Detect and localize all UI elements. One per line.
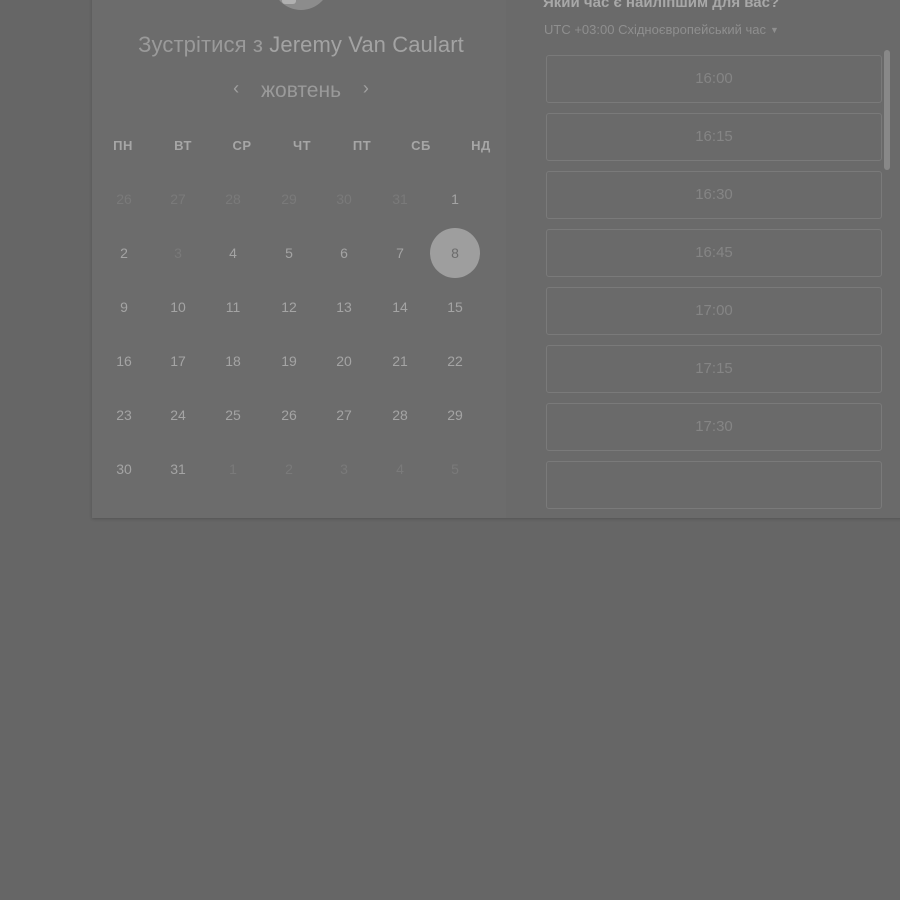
time-slot-button[interactable]: 17:00 (546, 287, 882, 335)
calendar-day[interactable]: 5 (269, 243, 309, 263)
calendar-day[interactable]: 1 (435, 189, 475, 209)
scheduling-card: Зустрітися з Jeremy Van Caulart ‹ жовтен… (92, 0, 900, 518)
time-question: Який час є найліпшим для вас? (543, 0, 780, 11)
weekday-label: ЧТ (292, 138, 312, 153)
time-slot-button[interactable] (546, 461, 882, 509)
calendar-day[interactable]: 24 (158, 405, 198, 425)
calendar-day: 1 (229, 461, 237, 477)
time-slot-button[interactable]: 16:15 (546, 113, 882, 161)
calendar-day[interactable]: 16 (104, 351, 144, 371)
calendar-day[interactable]: 27 (324, 405, 364, 425)
calendar-day[interactable]: 10 (158, 297, 198, 317)
calendar-day[interactable]: 26 (269, 405, 309, 425)
calendar-day[interactable]: 2 (104, 243, 144, 263)
time-slot-button[interactable]: 17:15 (546, 345, 882, 393)
calendar-day[interactable]: 25 (213, 405, 253, 425)
calendar-day[interactable]: 22 (435, 351, 475, 371)
calendar-day[interactable]: 21 (380, 351, 420, 371)
avatar (272, 0, 330, 10)
weekday-label: НД (471, 138, 491, 153)
calendar-day: 4 (396, 461, 404, 477)
weekday-label: ВТ (174, 138, 192, 153)
caret-down-icon: ▼ (769, 25, 779, 35)
time-pane: Який час є найліпшим для вас? UTC +03:00… (506, 0, 900, 518)
time-slot-button[interactable]: 16:30 (546, 171, 882, 219)
meeting-title-prefix: Зустрітися з (138, 32, 264, 57)
calendar-day: 31 (392, 191, 408, 207)
calendar-day[interactable]: 29 (435, 405, 475, 425)
calendar-day[interactable]: 23 (104, 405, 144, 425)
time-slot-button[interactable]: 16:00 (546, 55, 882, 103)
calendar-day[interactable]: 28 (380, 405, 420, 425)
calendar-pane: Зустрітися з Jeremy Van Caulart ‹ жовтен… (92, 0, 506, 518)
calendar-day[interactable]: 17 (158, 351, 198, 371)
weekday-label: ПТ (352, 138, 372, 153)
calendar-day[interactable]: 12 (269, 297, 309, 317)
month-navigation: ‹ жовтень › (92, 78, 510, 103)
meeting-title: Зустрітися з Jeremy Van Caulart (92, 32, 510, 58)
time-slot-button[interactable]: 17:30 (546, 403, 882, 451)
calendar-day[interactable]: 20 (324, 351, 364, 371)
calendar-day: 30 (336, 191, 352, 207)
calendar-day[interactable]: 14 (380, 297, 420, 317)
calendar-day: 5 (451, 461, 459, 477)
weekday-label: СБ (411, 138, 431, 153)
calendar-day[interactable]: 19 (269, 351, 309, 371)
calendar-day: 3 (174, 245, 182, 261)
calendar-day[interactable]: 31 (158, 459, 198, 479)
timezone-label: UTC +03:00 Східноєвропейський час (544, 22, 766, 37)
time-slot-button[interactable]: 16:45 (546, 229, 882, 277)
calendar-day: 2 (285, 461, 293, 477)
calendar-day[interactable]: 11 (213, 297, 253, 317)
avatar-image (282, 0, 296, 4)
calendar-day[interactable]: 30 (104, 459, 144, 479)
weekday-label: ПН (113, 138, 133, 153)
calendar-day[interactable]: 15 (435, 297, 475, 317)
month-label: жовтень (260, 79, 342, 102)
host-name: Jeremy Van Caulart (269, 32, 464, 57)
calendar-day: 26 (116, 191, 132, 207)
calendar-day[interactable]: 7 (380, 243, 420, 263)
calendar-day: 29 (281, 191, 297, 207)
slot-list-scrollbar[interactable] (884, 50, 890, 170)
calendar-day[interactable]: 18 (213, 351, 253, 371)
calendar-day[interactable]: 6 (324, 243, 364, 263)
calendar-day: 3 (340, 461, 348, 477)
timezone-selector[interactable]: UTC +03:00 Східноєвропейський час ▼ (544, 22, 779, 37)
calendar-day: 27 (170, 191, 186, 207)
calendar-day: 28 (225, 191, 241, 207)
calendar-day[interactable]: 4 (213, 243, 253, 263)
calendar-day[interactable]: 9 (104, 297, 144, 317)
chevron-right-icon[interactable]: › (355, 78, 377, 99)
calendar-day[interactable]: 13 (324, 297, 364, 317)
chevron-left-icon[interactable]: ‹ (225, 78, 247, 99)
calendar-day-selected[interactable]: 8 (430, 228, 480, 278)
weekday-label: СР (232, 138, 252, 153)
